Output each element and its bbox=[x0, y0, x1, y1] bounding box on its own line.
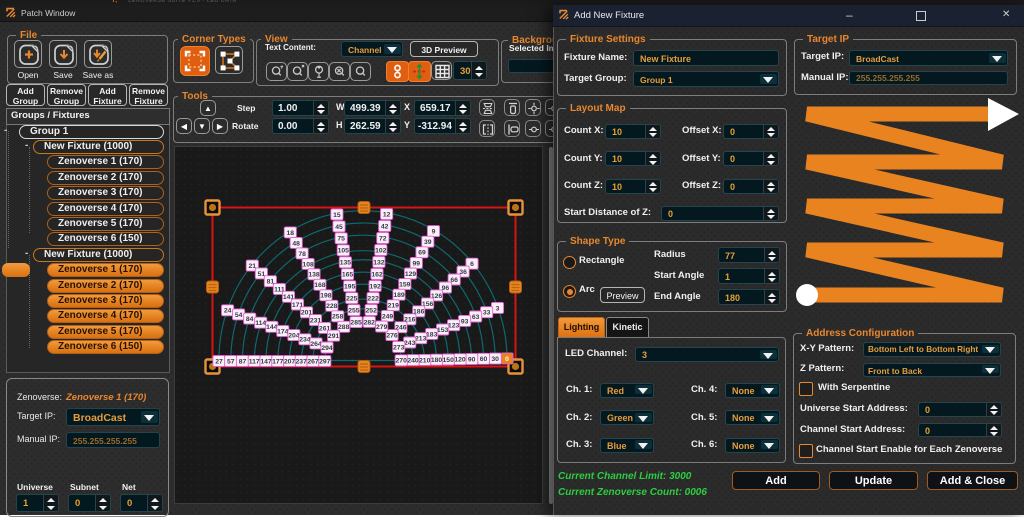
svg-text:243: 243 bbox=[404, 340, 416, 347]
svg-text:165: 165 bbox=[342, 272, 354, 279]
svg-text:72: 72 bbox=[379, 235, 387, 242]
svg-text:114: 114 bbox=[255, 320, 266, 327]
svg-text:33: 33 bbox=[483, 310, 491, 317]
svg-text:144: 144 bbox=[266, 324, 278, 331]
svg-text:174: 174 bbox=[277, 328, 289, 335]
svg-text:207: 207 bbox=[284, 358, 296, 365]
svg-text:210: 210 bbox=[419, 357, 431, 364]
svg-text:123: 123 bbox=[448, 323, 460, 330]
svg-text:6: 6 bbox=[470, 261, 474, 268]
svg-text:84: 84 bbox=[246, 316, 254, 323]
svg-text:69: 69 bbox=[418, 250, 426, 257]
svg-text:285: 285 bbox=[350, 320, 362, 327]
svg-text:225: 225 bbox=[346, 296, 358, 303]
svg-text:270: 270 bbox=[396, 358, 408, 365]
svg-text:150: 150 bbox=[443, 357, 455, 364]
svg-text:255: 255 bbox=[348, 308, 360, 315]
svg-text:132: 132 bbox=[373, 259, 385, 266]
svg-text:87: 87 bbox=[239, 358, 247, 365]
svg-text:222: 222 bbox=[367, 295, 379, 302]
svg-text:120: 120 bbox=[454, 357, 466, 364]
svg-text:258: 258 bbox=[332, 314, 344, 321]
svg-text:273: 273 bbox=[393, 344, 405, 351]
svg-text:63: 63 bbox=[472, 314, 480, 321]
svg-text:249: 249 bbox=[382, 313, 394, 320]
svg-text:240: 240 bbox=[407, 358, 419, 365]
svg-text:12: 12 bbox=[383, 211, 391, 218]
svg-text:264: 264 bbox=[310, 341, 322, 348]
svg-text:189: 189 bbox=[393, 292, 405, 299]
svg-text:60: 60 bbox=[480, 356, 488, 363]
svg-text:18: 18 bbox=[287, 230, 295, 237]
svg-text:102: 102 bbox=[375, 247, 387, 254]
svg-text:252: 252 bbox=[366, 307, 378, 314]
svg-text:288: 288 bbox=[338, 324, 350, 331]
svg-text:147: 147 bbox=[260, 358, 272, 365]
svg-text:48: 48 bbox=[292, 240, 300, 247]
svg-text:162: 162 bbox=[371, 271, 383, 278]
svg-text:168: 168 bbox=[314, 282, 326, 289]
svg-text:9: 9 bbox=[432, 229, 436, 236]
svg-text:153: 153 bbox=[437, 327, 449, 334]
svg-text:282: 282 bbox=[364, 319, 376, 326]
svg-text:291: 291 bbox=[328, 333, 340, 340]
svg-text:192: 192 bbox=[369, 283, 381, 290]
svg-text:45: 45 bbox=[335, 224, 343, 231]
svg-text:93: 93 bbox=[461, 318, 469, 325]
svg-text:135: 135 bbox=[340, 260, 352, 267]
svg-text:24: 24 bbox=[224, 308, 232, 315]
svg-text:180: 180 bbox=[431, 357, 443, 364]
svg-text:105: 105 bbox=[338, 248, 350, 255]
svg-text:78: 78 bbox=[298, 251, 306, 258]
svg-text:42: 42 bbox=[381, 223, 389, 230]
svg-text:129: 129 bbox=[405, 271, 417, 278]
svg-text:117: 117 bbox=[249, 358, 260, 365]
svg-text:0: 0 bbox=[505, 356, 509, 363]
svg-text:234: 234 bbox=[299, 337, 311, 344]
svg-text:237: 237 bbox=[296, 358, 308, 365]
svg-text:204: 204 bbox=[288, 333, 300, 340]
svg-text:57: 57 bbox=[227, 358, 235, 365]
svg-text:27: 27 bbox=[215, 358, 223, 365]
svg-text:267: 267 bbox=[307, 358, 319, 365]
svg-text:276: 276 bbox=[386, 333, 398, 340]
svg-text:183: 183 bbox=[426, 331, 438, 338]
svg-text:108: 108 bbox=[302, 261, 314, 268]
svg-text:39: 39 bbox=[424, 239, 432, 246]
svg-text:3: 3 bbox=[496, 305, 500, 312]
svg-text:15: 15 bbox=[333, 212, 341, 219]
svg-text:159: 159 bbox=[399, 282, 411, 289]
svg-text:195: 195 bbox=[344, 284, 356, 291]
svg-text:279: 279 bbox=[376, 324, 388, 331]
svg-text:219: 219 bbox=[388, 303, 400, 310]
svg-text:294: 294 bbox=[321, 345, 333, 352]
svg-text:99: 99 bbox=[413, 260, 421, 267]
svg-text:297: 297 bbox=[319, 358, 331, 365]
svg-text:75: 75 bbox=[337, 236, 345, 243]
svg-text:177: 177 bbox=[272, 358, 284, 365]
svg-text:54: 54 bbox=[235, 312, 243, 319]
svg-text:138: 138 bbox=[308, 272, 320, 279]
svg-text:228: 228 bbox=[326, 303, 338, 310]
svg-text:90: 90 bbox=[468, 356, 476, 363]
svg-text:30: 30 bbox=[491, 356, 499, 363]
svg-text:198: 198 bbox=[320, 293, 332, 300]
svg-text:213: 213 bbox=[415, 336, 427, 343]
